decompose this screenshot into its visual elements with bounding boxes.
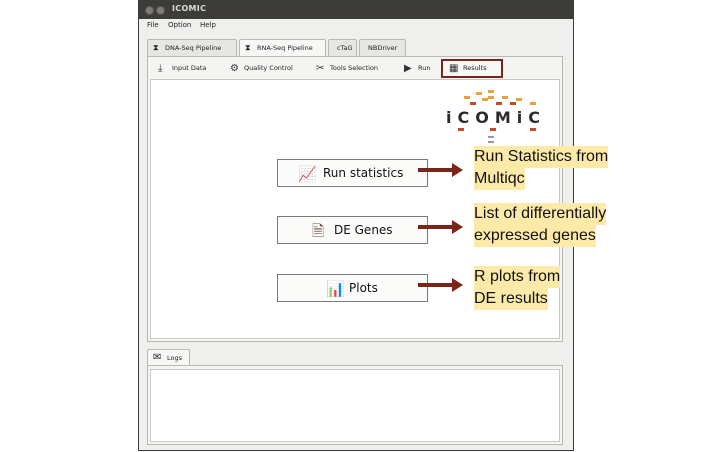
button-label: DE Genes: [334, 223, 393, 237]
subtab-results[interactable]: ▦ Results: [441, 59, 503, 78]
annotation-line: DE results: [474, 288, 548, 310]
logs-panel: [147, 365, 563, 445]
title-bar: ICOMIC: [139, 1, 573, 19]
logs-label: Logs: [167, 354, 182, 362]
speech-bubble-icon: ✉: [153, 352, 162, 363]
play-icon: ▶: [404, 63, 412, 74]
chart-trend-icon: 📈: [298, 165, 317, 183]
de-genes-button[interactable]: 🗎 DE Genes: [277, 216, 428, 244]
dna-icon: ⧗: [153, 43, 159, 52]
annotation-arrow: [418, 220, 464, 234]
tab-rna-seq-pipeline[interactable]: ⧗ RNA-Seq Pipeline: [239, 39, 326, 57]
subtab-label: Input Data: [172, 64, 207, 72]
menu-help[interactable]: Help: [200, 21, 216, 29]
tab-label: RNA-Seq Pipeline: [257, 44, 313, 52]
subtab-label: Results: [463, 64, 487, 72]
annotation-de-genes: List of differentially expressed genes: [474, 203, 607, 247]
tab-logs[interactable]: ✉ Logs: [147, 349, 190, 366]
logs-text-area[interactable]: [150, 369, 560, 442]
button-label: Plots: [349, 281, 378, 295]
menu-option[interactable]: Option: [168, 21, 191, 29]
icomic-logo: iCOMiC: [446, 88, 550, 148]
document-icon: 🗎: [312, 222, 325, 240]
menu-file[interactable]: File: [147, 21, 159, 29]
annotation-arrow: [418, 278, 464, 292]
subtab-label: Tools Selection: [330, 64, 379, 72]
gear-icon: ⚙: [230, 63, 239, 74]
tab-label: DNA-Seq Pipeline: [165, 44, 222, 52]
annotation-run-statistics: Run Statistics from Multiqc: [474, 146, 609, 190]
tab-label: cTaG: [337, 44, 353, 52]
annotation-line: R plots from: [474, 266, 561, 288]
tab-dna-seq-pipeline[interactable]: ⧗ DNA-Seq Pipeline: [147, 39, 237, 56]
annotation-line: List of differentially: [474, 203, 607, 225]
download-icon: ⤓: [158, 63, 163, 74]
subtab-quality-control[interactable]: ⚙ Quality Control: [224, 59, 308, 78]
close-window-button[interactable]: [145, 6, 154, 15]
tab-label: NBDriver: [368, 44, 398, 52]
annotation-line: expressed genes: [474, 225, 596, 247]
subtab-input-data[interactable]: ⤓ Input Data: [152, 59, 222, 78]
rna-icon: ⧗: [245, 43, 251, 52]
tab-nbdriver[interactable]: NBDriver: [359, 39, 406, 56]
minimize-window-button[interactable]: [156, 6, 165, 15]
button-label: Run statistics: [323, 166, 404, 180]
run-statistics-button[interactable]: 📈 Run statistics: [277, 159, 428, 187]
window-title: ICOMIC: [172, 4, 207, 13]
annotation-plots: R plots from DE results: [474, 266, 561, 310]
subtab-label: Run: [418, 64, 431, 72]
subtab-label: Quality Control: [244, 64, 293, 72]
table-icon: ▦: [449, 63, 459, 74]
annotation-line: Multiqc: [474, 168, 525, 190]
menu-bar: File Option Help: [139, 19, 573, 33]
plots-button[interactable]: 📊 Plots: [277, 274, 428, 302]
tab-ctag[interactable]: cTaG: [328, 39, 357, 56]
subtab-tools-selection[interactable]: ✂ Tools Selection: [310, 59, 396, 78]
bar-chart-icon: 📊: [326, 280, 345, 298]
annotation-arrow: [418, 163, 464, 177]
logo-text: iCOMiC: [446, 108, 546, 127]
annotation-line: Run Statistics from: [474, 146, 609, 168]
tools-icon: ✂: [316, 63, 325, 74]
subtab-run[interactable]: ▶ Run: [398, 59, 440, 78]
